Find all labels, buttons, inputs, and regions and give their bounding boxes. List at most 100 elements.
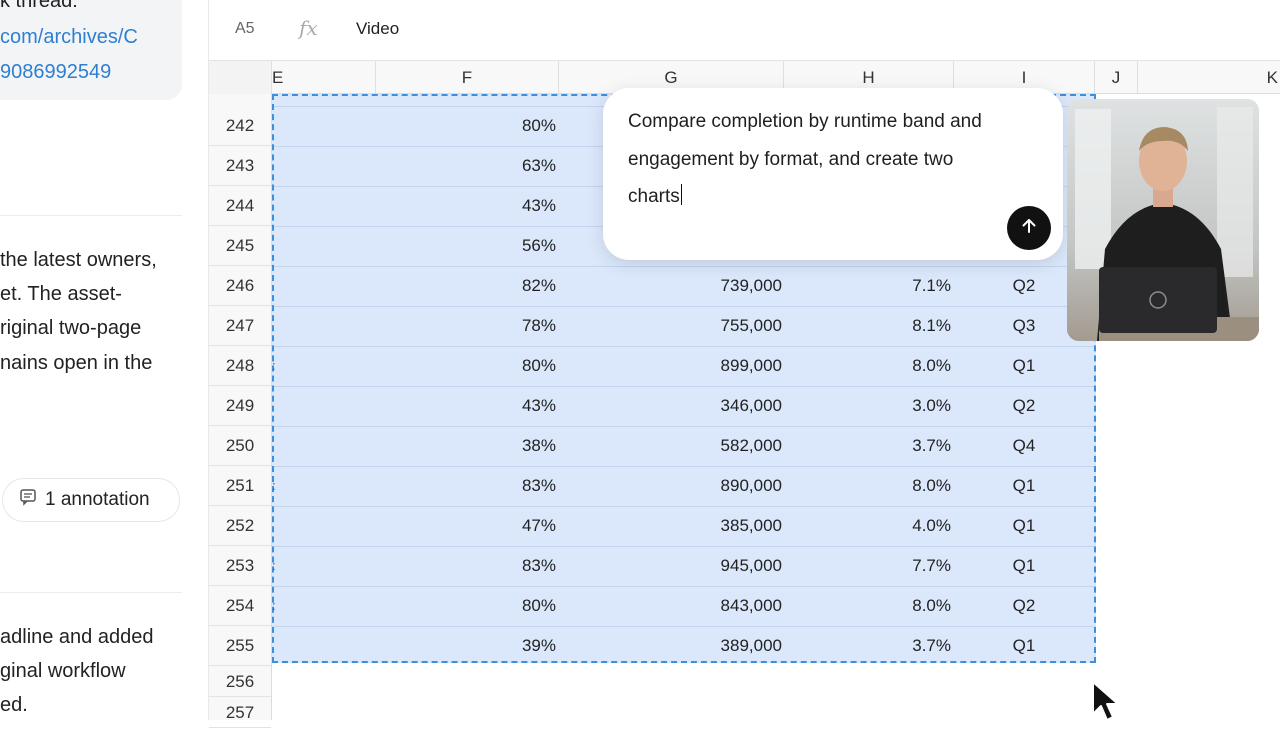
- message-line: the latest owners,: [0, 249, 157, 271]
- cell-i[interactable]: Q2: [994, 276, 1054, 296]
- thread-link[interactable]: com/archives/C: [0, 20, 138, 54]
- cell-h[interactable]: 7.1%: [788, 276, 951, 296]
- cell-f[interactable]: 43%: [380, 196, 556, 216]
- row-header[interactable]: 246: [209, 266, 271, 306]
- row-header[interactable]: 250: [209, 426, 271, 466]
- row-header[interactable]: 252: [209, 506, 271, 546]
- cell-reference[interactable]: A5: [235, 20, 255, 38]
- divider: [0, 215, 182, 216]
- cell-f[interactable]: 83%: [380, 556, 556, 576]
- grid-line: [274, 626, 1094, 627]
- row-header[interactable]: 251: [209, 466, 271, 506]
- grid-line: [274, 426, 1094, 427]
- column-header-f[interactable]: F: [376, 61, 559, 94]
- cell-f[interactable]: 56%: [380, 236, 556, 256]
- cell-f[interactable]: 83%: [380, 476, 556, 496]
- cell-g[interactable]: 843,000: [562, 596, 782, 616]
- cell-g[interactable]: 890,000: [562, 476, 782, 496]
- row-header[interactable]: 247: [209, 306, 271, 346]
- message-bubble: k thread: com/archives/C 9086992549: [0, 0, 182, 100]
- cell-h[interactable]: 4.0%: [788, 516, 951, 536]
- message-text: k thread:: [0, 0, 78, 12]
- cell-f[interactable]: 80%: [380, 596, 556, 616]
- formula-bar: A5 fx Video: [209, 0, 1280, 60]
- cell-h[interactable]: 3.7%: [788, 436, 951, 456]
- cell-h[interactable]: 8.0%: [788, 476, 951, 496]
- annotation-chip[interactable]: 1 annotation: [2, 478, 180, 522]
- cell-g[interactable]: 899,000: [562, 356, 782, 376]
- row-header[interactable]: 242: [209, 106, 271, 146]
- cell-i[interactable]: Q1: [994, 356, 1054, 376]
- cell-f[interactable]: 82%: [380, 276, 556, 296]
- cell-f[interactable]: 43%: [380, 396, 556, 416]
- thread-link-cont[interactable]: 9086992549: [0, 55, 111, 89]
- cell-i[interactable]: Q2: [994, 396, 1054, 416]
- cell-h[interactable]: 8.0%: [788, 596, 951, 616]
- column-header-e[interactable]: E: [272, 61, 376, 94]
- annotation-label: 1 annotation: [45, 489, 150, 510]
- truncated-cell-fragment: :: [272, 598, 276, 613]
- prompt-input[interactable]: Compare completion by runtime band and e…: [628, 103, 1008, 216]
- presenter-video: [1067, 99, 1259, 341]
- chat-panel: k thread: com/archives/C 9086992549 the …: [0, 0, 208, 720]
- cell-i[interactable]: Q4: [994, 436, 1054, 456]
- cell-f[interactable]: 38%: [380, 436, 556, 456]
- cell-g[interactable]: 389,000: [562, 636, 782, 656]
- message-line: adline and added: [0, 626, 154, 648]
- message-line: ed.: [0, 694, 28, 716]
- column-header-j[interactable]: J: [1095, 61, 1138, 94]
- cell-i[interactable]: Q2: [994, 596, 1054, 616]
- row-header[interactable]: 243: [209, 146, 271, 186]
- cell-f[interactable]: 47%: [380, 516, 556, 536]
- cell-g[interactable]: 582,000: [562, 436, 782, 456]
- cell-i[interactable]: Q1: [994, 556, 1054, 576]
- truncated-cell-fragment: :: [272, 478, 276, 493]
- cell-h[interactable]: 3.7%: [788, 636, 951, 656]
- arrow-up-icon: [1019, 216, 1039, 241]
- row-header[interactable]: 244: [209, 186, 271, 226]
- row-header[interactable]: 249: [209, 386, 271, 426]
- row-header[interactable]: 253: [209, 546, 271, 586]
- cell-i[interactable]: Q1: [994, 516, 1054, 536]
- cell-f[interactable]: 80%: [380, 356, 556, 376]
- cell-h[interactable]: 8.0%: [788, 356, 951, 376]
- message-line: ginal workflow: [0, 660, 126, 682]
- row-header[interactable]: 254: [209, 586, 271, 626]
- cell-f[interactable]: 63%: [380, 156, 556, 176]
- cell-g[interactable]: 755,000: [562, 316, 782, 336]
- grid-line: [274, 586, 1094, 587]
- column-header-k[interactable]: K: [1138, 61, 1280, 94]
- cell-i[interactable]: Q1: [994, 636, 1054, 656]
- cell-f[interactable]: 78%: [380, 316, 556, 336]
- prompt-composer[interactable]: Compare completion by runtime band and e…: [603, 88, 1063, 260]
- cell-g[interactable]: 739,000: [562, 276, 782, 296]
- message-line: et. The asset-: [0, 283, 122, 305]
- cell-g[interactable]: 346,000: [562, 396, 782, 416]
- cell-h[interactable]: 8.1%: [788, 316, 951, 336]
- cell-i[interactable]: Q1: [994, 476, 1054, 496]
- row-header[interactable]: 256: [209, 666, 271, 697]
- row-header[interactable]: 248: [209, 346, 271, 386]
- grid-line: [274, 466, 1094, 467]
- send-button[interactable]: [1007, 206, 1051, 250]
- presenter-figure: [1067, 99, 1259, 341]
- truncated-cell-fragment: :: [272, 558, 276, 573]
- row-header-column: 242 243 244 245 246 247 248 249 250 251 …: [209, 94, 272, 728]
- grid-line: [274, 546, 1094, 547]
- corner-cell[interactable]: [209, 61, 272, 94]
- row-header[interactable]: 245: [209, 226, 271, 266]
- cell-h[interactable]: 7.7%: [788, 556, 951, 576]
- grid-line: [274, 386, 1094, 387]
- comment-icon: [19, 488, 37, 512]
- cell-g[interactable]: 945,000: [562, 556, 782, 576]
- cell-h[interactable]: 3.0%: [788, 396, 951, 416]
- cell-f[interactable]: 39%: [380, 636, 556, 656]
- cell-g[interactable]: 385,000: [562, 516, 782, 536]
- row-header[interactable]: 257: [209, 697, 271, 728]
- function-icon: fx: [299, 16, 318, 40]
- message-line: nains open in the: [0, 352, 153, 374]
- formula-input[interactable]: Video: [356, 19, 399, 39]
- cell-i[interactable]: Q3: [994, 316, 1054, 336]
- row-header[interactable]: 255: [209, 626, 271, 666]
- cell-f[interactable]: 80%: [380, 116, 556, 136]
